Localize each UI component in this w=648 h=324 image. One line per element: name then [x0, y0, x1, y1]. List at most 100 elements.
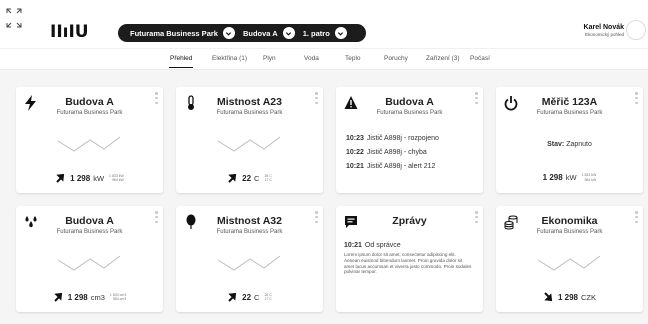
- breadcrumb-item-park[interactable]: Futurama Business Park: [130, 27, 235, 39]
- trend-up-icon: [56, 173, 65, 183]
- value: 1 298: [70, 173, 91, 183]
- message-body: Lorem ipsum dolor sit amet, consectetur …: [344, 252, 472, 275]
- event-text: Jistič A898j - rozpojeno: [366, 135, 439, 142]
- value-range: 1 833 cm3 984 cm3: [110, 293, 126, 302]
- card-footer: 1 298 CZK: [496, 292, 643, 302]
- card-title: Budova A: [65, 215, 114, 227]
- event-text: Jistič A898j - alert 212: [366, 163, 436, 170]
- breadcrumb-label: 1. patro: [302, 28, 330, 38]
- card-footer: 22 C 26 C 17 C: [176, 292, 323, 302]
- card-footer: 1 298 cm3 1 833 cm3 984 cm3: [16, 292, 163, 302]
- card-footer: 1 298 kW 1 833 kW 984 kW: [496, 173, 643, 182]
- tab-elektrina[interactable]: Elektřina (1): [212, 55, 247, 62]
- card-subtitle: Futurama Business Park: [56, 229, 123, 235]
- card-subtitle: Futurama Business Park: [376, 110, 443, 116]
- card-alerts[interactable]: Budova A Futurama Business Park 10:23 Jis…: [336, 87, 483, 193]
- user-name: Karel Novák: [583, 24, 624, 31]
- tab-prehled[interactable]: Přehled: [168, 55, 194, 68]
- value: 22: [242, 292, 252, 302]
- tab-bar: Přehled Elektřina (1) Plyn Voda Teplo Po…: [0, 48, 648, 70]
- avatar[interactable]: [626, 20, 646, 40]
- value: 22: [242, 173, 252, 183]
- range-min: 984 cm3: [112, 297, 127, 301]
- unit: cm3: [90, 292, 105, 302]
- user-info[interactable]: Karel Novák Ekonomický pohled: [584, 24, 624, 37]
- unit: kW: [93, 173, 105, 183]
- value-range: 1 833 kW 984 kW: [109, 174, 124, 183]
- card-subtitle: Futurama Business Park: [216, 229, 283, 235]
- breadcrumb-label: Futurama Business Park: [130, 28, 218, 38]
- tab-zarizeni[interactable]: Zařízení (3): [426, 55, 460, 62]
- unit: C: [254, 292, 260, 302]
- state-value: Zapnuto: [566, 141, 592, 148]
- sparkline: [57, 255, 121, 271]
- trend-down-icon: [544, 292, 553, 302]
- card-title: Mistnost A23: [217, 96, 282, 108]
- event-time: 10:22: [346, 149, 364, 156]
- message-time: 10:21: [344, 242, 362, 249]
- card-water[interactable]: Budova A Futurama Business Park 1 298 cm…: [16, 206, 163, 312]
- range-min: 984 kW: [584, 177, 597, 182]
- message-author: Od správce: [364, 242, 401, 249]
- breadcrumb-label: Budova A: [242, 28, 278, 38]
- value-range: 1 833 kW 984 kW: [582, 173, 597, 182]
- fullscreen-icon[interactable]: [6, 8, 22, 28]
- unit: C: [254, 173, 260, 183]
- unit: CZK: [581, 292, 597, 302]
- tab-poruchy[interactable]: Poruchy: [384, 55, 408, 62]
- card-temperature-a23[interactable]: Mistnost A23 Futurama Business Park 22 C…: [176, 87, 323, 193]
- card-messages[interactable]: Zprávy 10:21 Od správce Lorem ipsum dolor…: [336, 206, 483, 312]
- card-title: Budova A: [65, 96, 114, 108]
- logo[interactable]: IIıIU: [50, 22, 89, 42]
- value: 1 298: [67, 292, 88, 302]
- tab-teplo[interactable]: Teplo: [345, 55, 361, 62]
- card-subtitle: Futurama Business Park: [536, 110, 603, 116]
- event-text: Jistič A898j - chyba: [366, 149, 427, 156]
- event-time: 10:23: [346, 135, 364, 142]
- tab-pocasi[interactable]: Počasí: [470, 55, 490, 62]
- card-meter[interactable]: Měřič 123A Futurama Business Park Stav: …: [496, 87, 643, 193]
- event-time: 10:21: [346, 163, 364, 170]
- state-label: Stav:: [547, 141, 565, 148]
- tab-plyn[interactable]: Plyn: [263, 55, 276, 62]
- card-subtitle: Futurama Business Park: [56, 110, 123, 116]
- tab-voda[interactable]: Voda: [304, 55, 319, 62]
- unit: kW: [565, 173, 577, 182]
- trend-up-icon: [54, 292, 62, 302]
- card-footer: 1 298 kW 1 833 kW 984 kW: [16, 173, 163, 183]
- card-title: Mistnost A32: [217, 215, 282, 227]
- chevron-down-icon[interactable]: [334, 27, 347, 39]
- breadcrumb-item-floor[interactable]: 1. patro: [303, 27, 347, 39]
- card-temperature-a32[interactable]: Mistnost A32 Futurama Business Park 22 C…: [176, 206, 323, 312]
- card-title: Měřič 123A: [541, 96, 598, 108]
- value: 1 298: [557, 292, 579, 302]
- message-header: 10:21 Od správce: [344, 242, 401, 249]
- meter-state: Stav: Zapnuto: [496, 141, 643, 148]
- breadcrumb: Futurama Business Park Budova A 1. patro: [118, 24, 366, 42]
- range-min: 17 C: [264, 178, 272, 182]
- event-item: 10:22 Jistič A898j - chyba: [346, 149, 427, 156]
- sparkline: [217, 136, 281, 152]
- event-item: 10:23 Jistič A898j - rozpojeno: [346, 135, 439, 142]
- dashboard: Budova A Futurama Business Park 1 298 kW…: [0, 70, 648, 324]
- chevron-down-icon[interactable]: [282, 27, 295, 39]
- card-footer: 22 C 26 C 17 C: [176, 173, 323, 183]
- range-min: 984 kW: [111, 178, 124, 182]
- card-subtitle: Futurama Business Park: [536, 229, 603, 235]
- card-electricity[interactable]: Budova A Futurama Business Park 1 298 kW…: [16, 87, 163, 193]
- chevron-down-icon[interactable]: [222, 27, 235, 39]
- card-subtitle: Futurama Business Park: [216, 110, 283, 116]
- trend-up-icon: [228, 292, 237, 302]
- user-role: Ekonomický pohled: [584, 32, 624, 37]
- card-title: Ekonomika: [541, 215, 598, 227]
- value-range: 26 C 17 C: [264, 174, 271, 183]
- card-title: Zprávy: [392, 215, 427, 227]
- card-title: Budova A: [385, 96, 434, 108]
- card-economy[interactable]: Ekonomika Futurama Business Park 1 298 C…: [496, 206, 643, 312]
- sparkline: [217, 255, 281, 271]
- event-item: 10:21 Jistič A898j - alert 212: [346, 163, 435, 170]
- value-range: 26 C 17 C: [264, 293, 271, 302]
- sparkline: [57, 136, 121, 152]
- breadcrumb-item-building[interactable]: Budova A: [243, 27, 295, 39]
- trend-up-icon: [228, 173, 237, 183]
